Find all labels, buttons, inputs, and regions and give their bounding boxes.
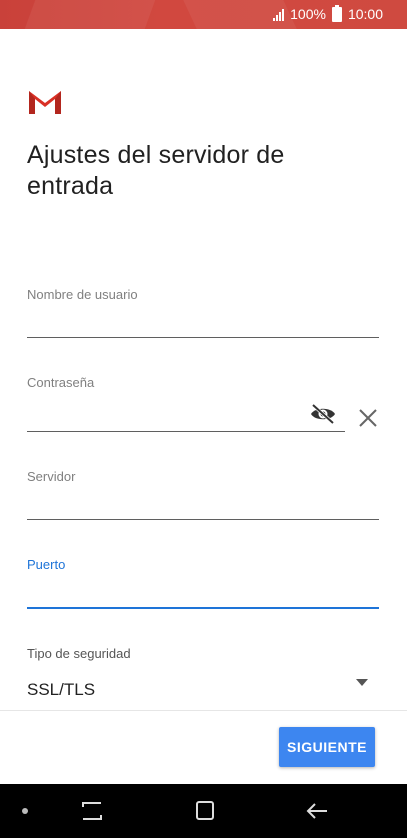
status-bar: 100% 10:00 bbox=[0, 0, 407, 29]
signal-icon bbox=[273, 8, 285, 21]
next-button[interactable]: SIGUIENTE bbox=[279, 727, 375, 767]
battery-percentage: 100% bbox=[290, 6, 326, 22]
password-field[interactable] bbox=[27, 407, 345, 432]
server-field[interactable] bbox=[27, 495, 379, 520]
password-label: Contraseña bbox=[27, 375, 95, 390]
username-label: Nombre de usuario bbox=[27, 287, 138, 302]
dropdown-arrow-icon[interactable] bbox=[355, 678, 369, 687]
back-icon[interactable] bbox=[303, 798, 333, 824]
username-field[interactable] bbox=[27, 313, 379, 338]
divider bbox=[0, 710, 407, 711]
gmail-logo bbox=[29, 91, 61, 114]
server-label: Servidor bbox=[27, 469, 76, 484]
port-label: Puerto bbox=[27, 557, 66, 572]
recents-icon[interactable] bbox=[77, 798, 107, 824]
status-time: 10:00 bbox=[347, 6, 383, 22]
home-icon[interactable] bbox=[190, 798, 220, 824]
status-bar-decoration bbox=[24, 0, 156, 29]
security-type-select[interactable]: SSL/TLS bbox=[27, 680, 95, 700]
clear-icon[interactable] bbox=[357, 407, 379, 429]
nav-indicator-dot bbox=[22, 808, 28, 814]
navigation-bar bbox=[0, 784, 407, 838]
port-field[interactable] bbox=[27, 583, 379, 609]
visibility-off-icon[interactable] bbox=[309, 402, 337, 426]
battery-icon bbox=[331, 4, 342, 22]
security-type-label: Tipo de seguridad bbox=[27, 646, 131, 661]
page-title: Ajustes del servidor de entrada bbox=[27, 141, 285, 200]
